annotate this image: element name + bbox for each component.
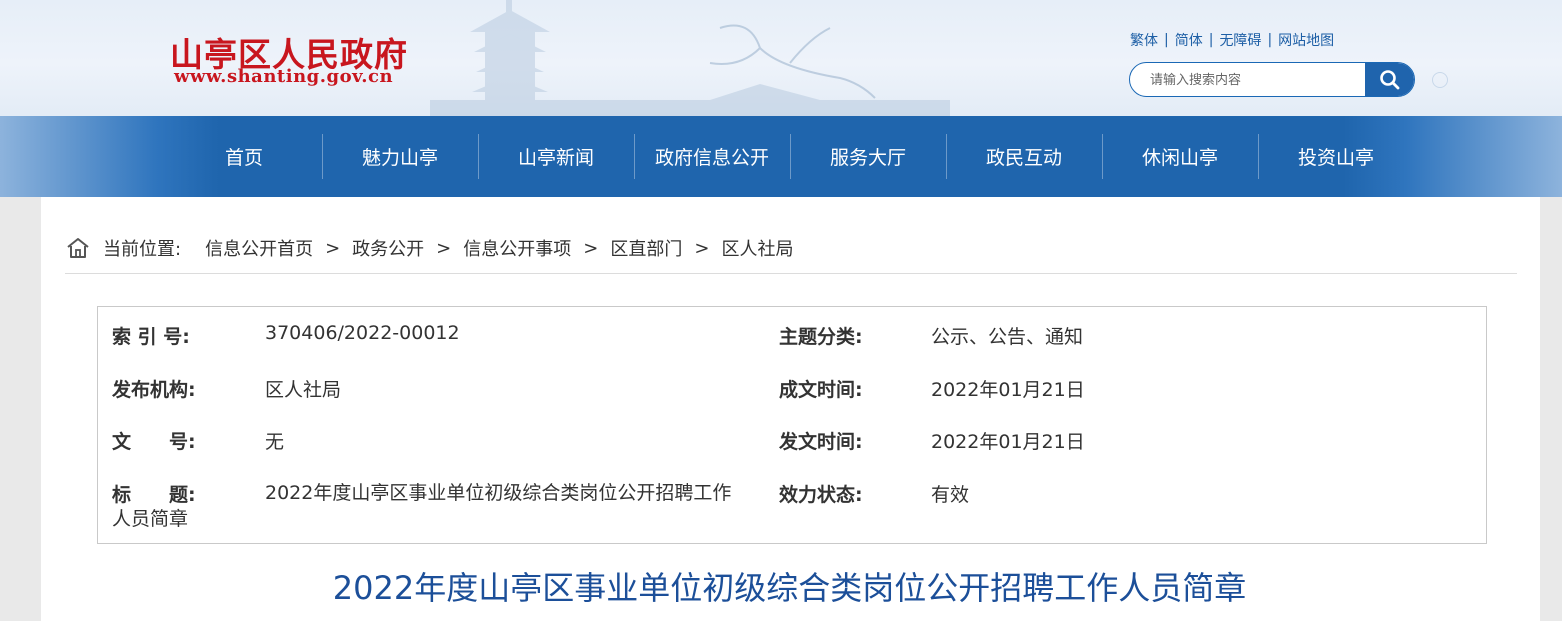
title-value: 2022年度山亭区事业单位初级综合类岗位公开招聘工作人员简章 bbox=[112, 482, 732, 530]
top-links: 繁体 | 简体 | 无障碍 | 网站地图 bbox=[1130, 30, 1334, 50]
crane-illustration bbox=[709, 24, 876, 99]
nav-item-charm[interactable]: 魅力山亭 bbox=[322, 116, 478, 197]
topic-label: 主题分类: bbox=[779, 326, 863, 348]
breadcrumb-separator: > bbox=[325, 237, 341, 259]
search-button[interactable] bbox=[1365, 63, 1414, 96]
article-headline: 2022年度山亭区事业单位初级综合类岗位公开招聘工作人员简章 bbox=[332, 569, 1247, 607]
breadcrumb-label: 当前位置: bbox=[103, 239, 182, 260]
breadcrumb-separator: > bbox=[436, 237, 452, 259]
link-separator: | bbox=[1267, 32, 1273, 48]
breadcrumb-item[interactable]: 区人社局 bbox=[721, 235, 793, 261]
search-icon bbox=[1379, 69, 1399, 89]
topic-value: 公示、公告、通知 bbox=[931, 326, 1084, 348]
nav-item-home[interactable]: 首页 bbox=[166, 116, 322, 197]
site-url[interactable]: www.shanting.gov.cn bbox=[174, 66, 393, 87]
publisher-label: 发布机构: bbox=[112, 379, 196, 401]
decorative-circle bbox=[1432, 72, 1448, 88]
status-label: 效力状态: bbox=[779, 484, 863, 506]
nav-item-investment[interactable]: 投资山亭 bbox=[1258, 116, 1414, 197]
link-traditional[interactable]: 繁体 bbox=[1130, 30, 1158, 50]
search-box bbox=[1129, 62, 1415, 97]
index-label: 索 引 号: bbox=[112, 326, 190, 348]
breadcrumb-item[interactable]: 信息公开首页 bbox=[205, 235, 313, 261]
link-accessibility[interactable]: 无障碍 bbox=[1219, 30, 1261, 50]
document-meta-table: 索 引 号: 370406/2022-00012 主题分类: 公示、公告、通知 … bbox=[97, 306, 1487, 544]
breadcrumb-divider bbox=[65, 273, 1517, 274]
issued-date-label: 发文时间: bbox=[779, 431, 863, 453]
site-header: 山亭区人民政府 www.shanting.gov.cn 繁体 | 简体 | 无障… bbox=[0, 0, 1562, 116]
link-sitemap[interactable]: 网站地图 bbox=[1278, 30, 1334, 50]
breadcrumb-separator: > bbox=[583, 237, 599, 259]
breadcrumb-item[interactable]: 信息公开事项 bbox=[463, 235, 571, 261]
breadcrumb: 当前位置: 信息公开首页 > 政务公开 > 信息公开事项 > 区直部门 > 区人… bbox=[65, 235, 793, 261]
created-date-value: 2022年01月21日 bbox=[931, 379, 1085, 401]
main-nav: 首页 魅力山亭 山亭新闻 政府信息公开 服务大厅 政民互动 休闲山亭 投资山亭 bbox=[0, 116, 1562, 197]
link-separator: | bbox=[1208, 32, 1214, 48]
link-simplified[interactable]: 简体 bbox=[1175, 30, 1203, 50]
publisher-value: 区人社局 bbox=[265, 379, 342, 401]
created-date-label: 成文时间: bbox=[779, 379, 863, 401]
nav-item-service-hall[interactable]: 服务大厅 bbox=[790, 116, 946, 197]
nav-item-interaction[interactable]: 政民互动 bbox=[946, 116, 1102, 197]
index-value: 370406/2022-00012 bbox=[265, 322, 460, 344]
status-value: 有效 bbox=[931, 484, 970, 506]
issued-date-value: 2022年01月21日 bbox=[931, 431, 1085, 453]
breadcrumb-separator: > bbox=[694, 237, 710, 259]
breadcrumb-item[interactable]: 政务公开 bbox=[352, 235, 424, 261]
nav-item-leisure[interactable]: 休闲山亭 bbox=[1102, 116, 1258, 197]
home-icon[interactable] bbox=[65, 236, 91, 260]
search-input[interactable] bbox=[1148, 63, 1367, 96]
nav-item-news[interactable]: 山亭新闻 bbox=[478, 116, 634, 197]
link-separator: | bbox=[1164, 32, 1169, 48]
breadcrumb-item[interactable]: 区直部门 bbox=[610, 235, 682, 261]
nav-item-gov-info[interactable]: 政府信息公开 bbox=[634, 116, 790, 197]
docno-label: 文 号: bbox=[112, 431, 196, 453]
main-content: 当前位置: 信息公开首页 > 政务公开 > 信息公开事项 > 区直部门 > 区人… bbox=[41, 197, 1540, 621]
docno-value: 无 bbox=[265, 431, 285, 453]
